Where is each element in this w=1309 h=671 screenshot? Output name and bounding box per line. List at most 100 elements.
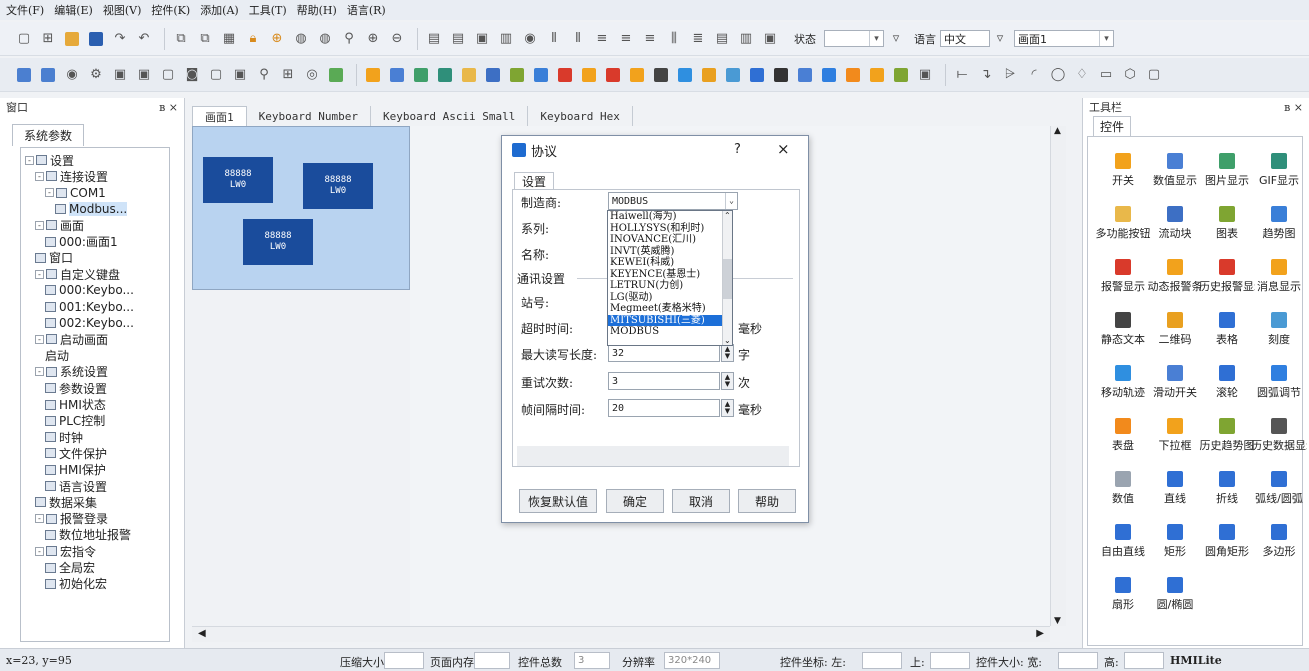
tab-screen1[interactable]: 画面1 — [192, 106, 247, 126]
collapse-toggle-icon[interactable]: - — [35, 171, 44, 181]
message-icon[interactable] — [627, 65, 647, 85]
control-item[interactable]: 动态报警条 — [1148, 251, 1203, 309]
multibutton-icon[interactable] — [459, 65, 479, 85]
flow-icon[interactable] — [483, 65, 503, 85]
tree-item[interactable]: PLC控制 — [45, 413, 105, 429]
help-button[interactable]: 帮助 — [738, 489, 796, 513]
maker-select[interactable]: MODBUS ⌄ — [608, 192, 738, 210]
menu-view[interactable]: 视图(V) — [103, 2, 142, 18]
keyboard-icon[interactable] — [723, 65, 743, 85]
control-item[interactable]: 直线 — [1148, 463, 1202, 521]
tree-item[interactable]: 000:画面1 — [45, 234, 118, 250]
tree-item[interactable]: 参数设置 — [45, 380, 107, 396]
collapse-toggle-icon[interactable]: - — [45, 188, 54, 198]
image-icon[interactable]: ◙ — [182, 65, 202, 85]
static-text-icon[interactable] — [651, 65, 671, 85]
delete-icon[interactable]: ▥ — [496, 29, 516, 49]
maker-option[interactable]: KEYENCE(基恩士) — [608, 269, 732, 281]
screen2-icon[interactable] — [38, 65, 58, 85]
menu-control[interactable]: 控件(K) — [151, 2, 190, 18]
align-icon[interactable]: ◍ — [291, 29, 311, 49]
tree-item[interactable]: 全局宏 — [45, 560, 95, 576]
grid-icon[interactable]: ▦ — [219, 29, 239, 49]
slider-icon[interactable] — [795, 65, 815, 85]
tree-item[interactable]: - 宏指令 — [35, 543, 96, 559]
lock-icon[interactable]: 🔒︎ — [243, 29, 263, 49]
menu-edit[interactable]: 编辑(E) — [54, 2, 93, 18]
menu-add[interactable]: 添加(A) — [200, 2, 239, 18]
move-icon[interactable] — [675, 65, 695, 85]
interval-input[interactable]: 20 — [608, 399, 720, 417]
maker-option[interactable]: LG(驱动) — [608, 292, 732, 304]
state-combo[interactable]: ▾ — [824, 30, 884, 47]
scroll-right-icon[interactable]: ▶ — [1036, 628, 1044, 639]
control-item[interactable]: 历史趋势图 — [1200, 410, 1255, 468]
tree-item[interactable]: 002:Keybo... — [45, 315, 134, 331]
control-item[interactable]: 自由直线 — [1096, 516, 1150, 574]
tree-item[interactable]: - 自定义键盘 — [35, 266, 120, 282]
tree-item[interactable]: 时钟 — [45, 429, 83, 445]
control-item[interactable]: 滚轮 — [1200, 357, 1254, 415]
control-item[interactable]: 消息显示 — [1252, 251, 1306, 309]
layer-icon[interactable]: ▤ — [424, 29, 444, 49]
numeric-display[interactable]: 88888 LW0 — [303, 163, 373, 209]
maker-option[interactable]: HOLLYSYS(和利时) — [608, 223, 732, 235]
switch-icon[interactable] — [363, 65, 383, 85]
vertical-scrollbar[interactable]: ▲ ▼ — [1050, 126, 1066, 626]
control-item[interactable]: 历史报警显示 — [1199, 251, 1255, 309]
tree-item[interactable]: - 启动画面 — [35, 331, 108, 347]
tree-item[interactable]: Modbus... — [55, 201, 128, 217]
rectangle-icon[interactable]: ▭ — [1096, 65, 1116, 85]
sector-icon[interactable]: ♢ — [1072, 65, 1092, 85]
language-combo[interactable]: 中文 — [940, 30, 990, 47]
menu-file[interactable]: 文件(F) — [6, 2, 44, 18]
close-icon[interactable]: × — [777, 140, 790, 158]
collapse-toggle-icon[interactable]: - — [35, 269, 44, 279]
tree-item[interactable]: - 报警登录 — [35, 511, 108, 527]
control-item[interactable]: GIF显示 — [1252, 145, 1306, 203]
library-icon[interactable]: ▣ — [230, 65, 250, 85]
gif-icon[interactable] — [435, 65, 455, 85]
tab-settings[interactable]: 设置 — [514, 172, 554, 190]
tree-item[interactable]: 数位地址报警 — [45, 527, 131, 543]
tree-item[interactable]: 窗口 — [35, 250, 73, 266]
tree-item[interactable]: - COM1 — [45, 185, 106, 201]
alarm-icon[interactable] — [555, 65, 575, 85]
collapse-toggle-icon[interactable]: - — [35, 514, 44, 524]
control-item[interactable]: 开关 — [1096, 145, 1150, 203]
control-item[interactable]: 弧线/圆弧 — [1252, 463, 1306, 521]
tree-item[interactable]: 000:Keybo... — [45, 282, 134, 298]
layer2-icon[interactable]: ▤ — [448, 29, 468, 49]
history-trend-icon[interactable] — [891, 65, 911, 85]
tab-controls[interactable]: 控件 — [1093, 116, 1131, 136]
control-item[interactable]: 流动块 — [1148, 198, 1202, 256]
align-left-icon[interactable]: ⫴ — [544, 29, 564, 49]
control-item[interactable]: 历史数据显示器 — [1251, 410, 1307, 468]
retry-input[interactable]: 3 — [608, 372, 720, 390]
gauge-icon[interactable] — [843, 65, 863, 85]
maker-option[interactable]: MODBUS — [608, 326, 732, 338]
circle-icon[interactable]: ◯ — [1048, 65, 1068, 85]
align-middle-icon[interactable]: ≡ — [616, 29, 636, 49]
maker-option[interactable]: Haiwell(海为) — [608, 211, 732, 223]
max-length-stepper[interactable]: ▲ ▼ — [721, 344, 734, 362]
control-item[interactable]: 趋势图 — [1252, 198, 1306, 256]
bitmap-icon[interactable] — [411, 65, 431, 85]
text2-icon[interactable]: ▢ — [206, 65, 226, 85]
control-item[interactable]: 下拉框 — [1148, 410, 1202, 468]
retry-stepper[interactable]: ▲ ▼ — [721, 372, 734, 390]
target-icon[interactable]: ◎ — [302, 65, 322, 85]
horizontal-scrollbar[interactable]: ◀ ▶ — [192, 626, 1050, 642]
scroll-up-icon[interactable]: ⌃ — [724, 211, 731, 220]
control-item[interactable]: 图片显示 — [1200, 145, 1254, 203]
tree-item[interactable]: 语言设置 — [45, 478, 107, 494]
settings-icon[interactable]: ⚙ — [86, 65, 106, 85]
control-item[interactable]: 报警显示 — [1096, 251, 1150, 309]
screen-combo[interactable]: 画面1 ▾ — [1014, 30, 1114, 47]
record-icon[interactable]: ◉ — [62, 65, 82, 85]
component-icon[interactable]: ▣ — [110, 65, 130, 85]
tree-item[interactable]: HMI保护 — [45, 462, 106, 478]
layer3-icon[interactable]: ▣ — [472, 29, 492, 49]
menu-tools[interactable]: 工具(T) — [249, 2, 287, 18]
control-item[interactable]: 移动轨迹 — [1096, 357, 1150, 415]
